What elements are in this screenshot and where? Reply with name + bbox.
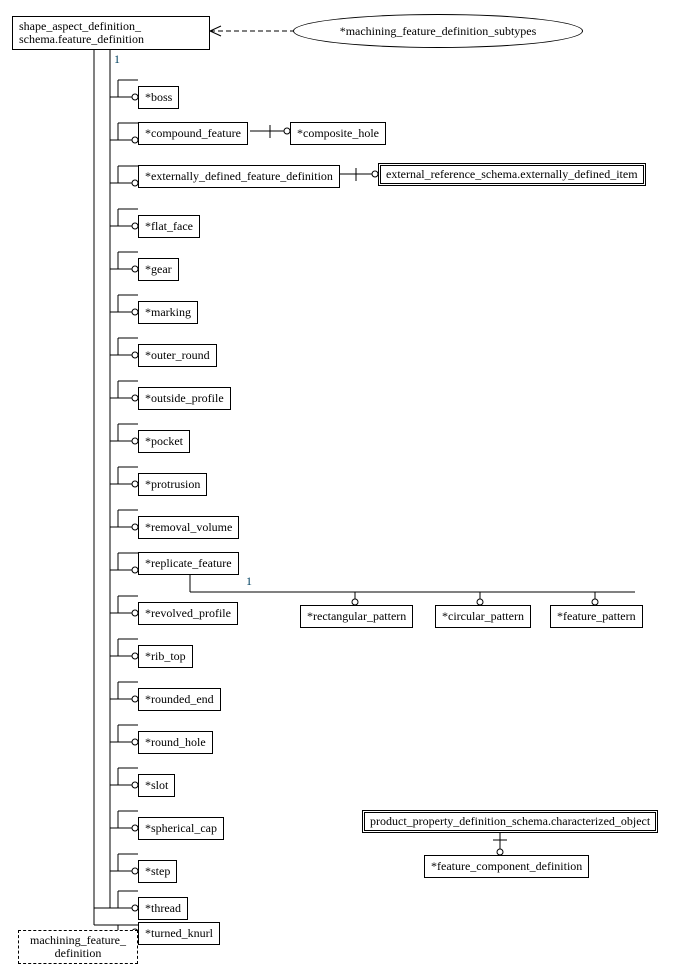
box-compound-feature: *compound_feature	[138, 122, 248, 145]
box-removal-volume: *removal_volume	[138, 516, 239, 539]
box-char-obj: product_property_definition_schema.chara…	[362, 810, 658, 833]
root-label: shape_aspect_definition_ schema.feature_…	[19, 19, 144, 46]
box-feat-comp: *feature_component_definition	[424, 855, 589, 878]
box-round-hole: *round_hole	[138, 731, 213, 754]
subtypes-label: *machining_feature_definition_subtypes	[340, 24, 537, 39]
box-ext-item: external_reference_schema.externally_def…	[378, 163, 646, 186]
box-thread: *thread	[138, 897, 188, 920]
box-rib-top: *rib_top	[138, 645, 193, 668]
box-circ-pattern: *circular_pattern	[435, 605, 531, 628]
box-flat-face: *flat_face	[138, 215, 200, 238]
box-protrusion: *protrusion	[138, 473, 207, 496]
one-b: 1	[246, 574, 252, 589]
box-gear: *gear	[138, 258, 179, 281]
box-boss: *boss	[138, 86, 179, 109]
one-a: 1	[114, 52, 120, 67]
box-rounded-end: *rounded_end	[138, 688, 221, 711]
box-outside-profile: *outside_profile	[138, 387, 231, 410]
root-box: shape_aspect_definition_ schema.feature_…	[12, 16, 210, 50]
box-replicate-feature: *replicate_feature	[138, 552, 239, 575]
box-spherical-cap: *spherical_cap	[138, 817, 224, 840]
box-revolved-profile: *revolved_profile	[138, 602, 238, 625]
box-rect-pattern: *rectangular_pattern	[300, 605, 413, 628]
subtypes-oval: *machining_feature_definition_subtypes	[293, 14, 583, 48]
box-pocket: *pocket	[138, 430, 190, 453]
box-feat-pattern: *feature_pattern	[550, 605, 643, 628]
box-machining-feature-def: machining_feature_ definition	[18, 930, 138, 964]
box-marking: *marking	[138, 301, 198, 324]
box-slot: *slot	[138, 774, 175, 797]
box-ext-def: *externally_defined_feature_definition	[138, 165, 340, 188]
box-outer-round: *outer_round	[138, 344, 217, 367]
box-step: *step	[138, 860, 177, 883]
box-turned-knurl: *turned_knurl	[138, 922, 220, 945]
box-composite-hole: *composite_hole	[290, 122, 386, 145]
